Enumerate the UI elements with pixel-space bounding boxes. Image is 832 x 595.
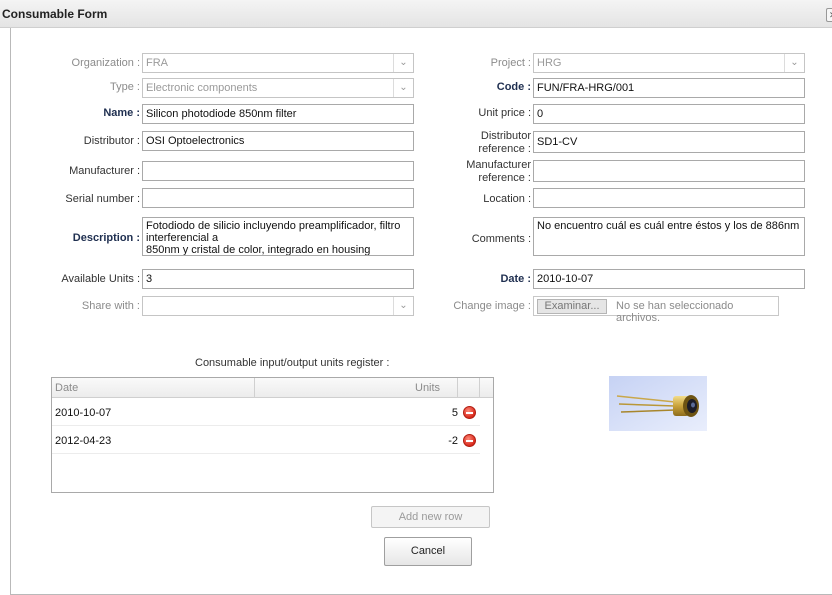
manufacturer-reference-input[interactable] [533, 160, 805, 182]
project-value: HRG [537, 57, 562, 69]
manufacturer-reference-label: Manufacturer reference : [430, 159, 531, 185]
row-date: 2012-04-23 [55, 435, 112, 447]
browse-button[interactable]: Examinar... [537, 299, 607, 314]
column-header-date[interactable]: Date [55, 382, 78, 394]
chevron-down-icon[interactable]: ⌄ [393, 79, 413, 97]
chevron-down-icon[interactable]: ⌄ [784, 54, 804, 72]
window-title: Consumable Form [2, 7, 108, 21]
manufacturer-reference-label-line2: reference : [478, 172, 531, 184]
type-select[interactable]: Electronic components ⌄ [142, 78, 414, 98]
date-label: Date : [500, 273, 531, 285]
table-row[interactable]: 2010-10-07 5 [52, 399, 480, 426]
project-select[interactable]: HRG ⌄ [533, 53, 805, 73]
column-divider [479, 378, 480, 398]
change-image-label: Change image : [453, 300, 531, 312]
description-textarea[interactable]: Fotodiodo de silicio incluyendo preampli… [142, 217, 414, 256]
location-label: Location : [483, 193, 531, 205]
window-titlebar: Consumable Form ✕ [0, 0, 832, 28]
chevron-down-icon[interactable]: ⌄ [393, 54, 413, 72]
remove-row-icon[interactable] [463, 434, 476, 447]
distributor-reference-input[interactable]: SD1-CV [533, 131, 805, 153]
code-label: Code : [496, 81, 531, 93]
column-divider [457, 378, 458, 398]
comments-textarea[interactable]: No encuentro cuál es cuál entre éstos y … [533, 217, 805, 256]
product-image [609, 376, 707, 431]
unit-price-label: Unit price : [478, 107, 531, 119]
manufacturer-reference-label-line1: Manufacturer [466, 159, 531, 171]
organization-select[interactable]: FRA ⌄ [142, 53, 414, 73]
organization-value: FRA [146, 57, 168, 69]
description-label: Description : [72, 232, 140, 244]
column-header-units[interactable]: Units [415, 382, 440, 394]
location-input[interactable] [533, 188, 805, 208]
distributor-input[interactable]: OSI Optoelectronics [142, 131, 414, 151]
chevron-down-icon[interactable]: ⌄ [393, 297, 413, 315]
manufacturer-input[interactable] [142, 161, 414, 181]
serial-number-label: Serial number : [65, 193, 140, 205]
type-value: Electronic components [146, 82, 258, 94]
organization-label: Organization : [71, 57, 140, 69]
share-with-label: Share with : [81, 300, 140, 312]
row-date: 2010-10-07 [55, 407, 112, 419]
units-register-grid: Date Units 2010-10-07 5 2012-04-23 -2 [51, 377, 494, 493]
table-row[interactable]: 2012-04-23 -2 [52, 427, 480, 454]
share-with-select[interactable]: ⌄ [142, 296, 414, 316]
file-status-text: No se han seleccionado archivos. [616, 300, 734, 324]
column-divider [254, 378, 255, 398]
change-image-file-input[interactable]: Examinar... No se han seleccionado archi… [533, 296, 779, 324]
available-units-label: Available Units : [61, 273, 140, 285]
remove-row-icon[interactable] [463, 406, 476, 419]
manufacturer-label: Manufacturer : [69, 165, 140, 177]
available-units-input[interactable]: 3 [142, 269, 414, 289]
project-label: Project : [490, 57, 531, 69]
cancel-button[interactable]: Cancel [384, 537, 472, 566]
date-input[interactable]: 2010-10-07 [533, 269, 805, 289]
unit-price-input[interactable]: 0 [533, 104, 805, 124]
comments-label: Comments : [471, 233, 531, 245]
name-input[interactable]: Silicon photodiode 850nm filter [142, 104, 414, 124]
distributor-label: Distributor : [83, 135, 140, 147]
distributor-reference-label-line2: reference : [478, 143, 531, 155]
add-new-row-button[interactable]: Add new row [371, 506, 490, 528]
row-units: -2 [448, 435, 458, 447]
grid-header: Date Units [52, 378, 493, 398]
serial-number-input[interactable] [142, 188, 414, 208]
name-label: Name : [103, 107, 140, 119]
close-icon[interactable]: ✕ [826, 8, 832, 22]
distributor-reference-label: Distributor reference : [430, 130, 531, 156]
type-label: Type : [110, 81, 140, 93]
code-input[interactable]: FUN/FRA-HRG/001 [533, 78, 805, 98]
distributor-reference-label-line1: Distributor [480, 130, 531, 142]
units-register-caption: Consumable input/output units register : [195, 357, 390, 369]
row-units: 5 [451, 407, 458, 419]
